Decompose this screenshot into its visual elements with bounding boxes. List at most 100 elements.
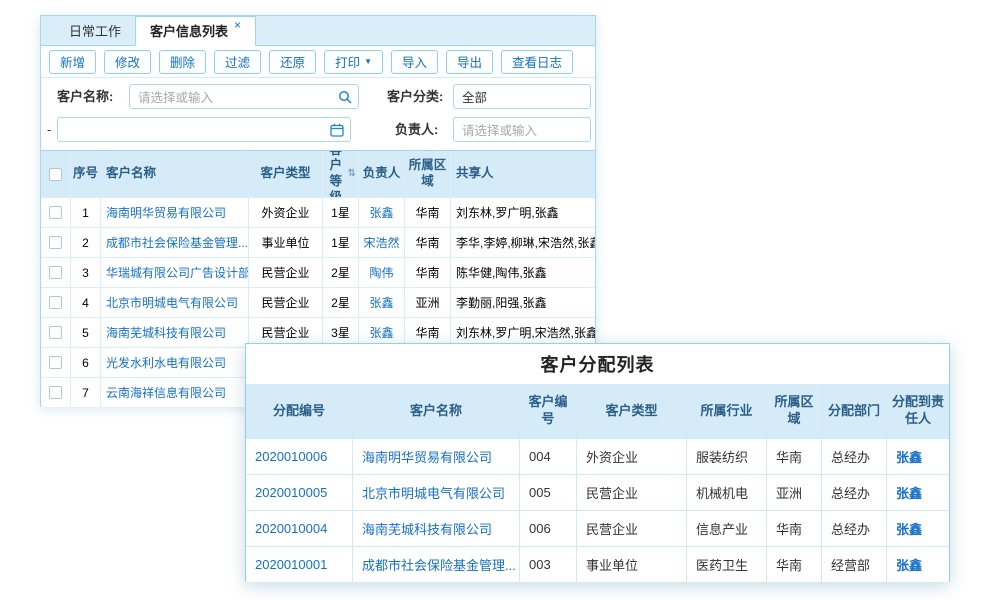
region-cell: 华南 bbox=[767, 547, 822, 582]
header-customer-level[interactable]: 客户等级⇅ bbox=[323, 151, 359, 197]
row-checkbox[interactable] bbox=[49, 266, 62, 279]
filter-row-2: - 负责人: 请选择或输入 bbox=[41, 117, 595, 142]
header-industry: 所属行业 bbox=[687, 384, 767, 438]
checkbox-cell bbox=[41, 228, 71, 257]
region-cell: 华南 bbox=[405, 258, 451, 287]
dept-cell: 总经办 bbox=[822, 475, 887, 510]
shared-cell: 陈华健,陶伟,张鑫 bbox=[451, 258, 595, 287]
row-checkbox[interactable] bbox=[49, 236, 62, 249]
select-all-checkbox[interactable] bbox=[49, 168, 62, 181]
no-cell: 7 bbox=[71, 378, 101, 407]
alloc-no-link[interactable]: 2020010006 bbox=[246, 439, 353, 474]
customer-name-link[interactable]: 海南明华贸易有限公司 bbox=[101, 198, 249, 227]
assignee-link[interactable]: 张鑫 bbox=[887, 475, 949, 510]
row-checkbox[interactable] bbox=[49, 296, 62, 309]
customer-level-cell: 1星 bbox=[323, 228, 359, 257]
table-row: 2020010005 北京市明城电气有限公司 005 民营企业 机械机电 亚洲 … bbox=[246, 474, 949, 510]
region-cell: 华南 bbox=[405, 228, 451, 257]
assignee-link[interactable]: 张鑫 bbox=[887, 439, 949, 474]
print-button[interactable]: 打印 ▼ bbox=[324, 50, 383, 74]
industry-cell: 服装纺织 bbox=[687, 439, 767, 474]
assignee-link[interactable]: 张鑫 bbox=[887, 511, 949, 546]
header-customer-type: 客户类型 bbox=[249, 151, 323, 197]
table-row: 2 成都市社会保险基金管理... 事业单位 1星 宋浩然 华南 李华,李婷,柳琳… bbox=[41, 227, 595, 257]
filter-area: 客户名称: 请选择或输入 客户分类: 全部 - bbox=[41, 78, 595, 142]
customer-name-link[interactable]: 云南海祥信息有限公司 bbox=[101, 378, 249, 407]
customer-name-link[interactable]: 北京市明城电气有限公司 bbox=[101, 288, 249, 317]
header-owner: 负责人 bbox=[359, 151, 405, 197]
date-range-dash: - bbox=[47, 117, 51, 142]
tab-label: 客户信息列表 bbox=[150, 21, 228, 40]
chevron-down-icon: ▼ bbox=[364, 57, 372, 66]
edit-button[interactable]: 修改 bbox=[104, 50, 151, 74]
owner-link[interactable]: 张鑫 bbox=[359, 198, 405, 227]
row-checkbox[interactable] bbox=[49, 386, 62, 399]
owner-link[interactable]: 宋浩然 bbox=[359, 228, 405, 257]
no-cell: 3 bbox=[71, 258, 101, 287]
dept-cell: 总经办 bbox=[822, 511, 887, 546]
owner-link[interactable]: 陶伟 bbox=[359, 258, 405, 287]
customer-name-link[interactable]: 北京市明城电气有限公司 bbox=[353, 475, 520, 510]
customer-name-link[interactable]: 海南明华贸易有限公司 bbox=[353, 439, 520, 474]
restore-button[interactable]: 还原 bbox=[269, 50, 316, 74]
header-customer-no: 客户编号 bbox=[520, 384, 577, 438]
tab-daily-work[interactable]: 日常工作 bbox=[55, 17, 135, 45]
delete-button[interactable]: 删除 bbox=[159, 50, 206, 74]
view-log-button[interactable]: 查看日志 bbox=[501, 50, 573, 74]
customer-type-cell: 外资企业 bbox=[249, 198, 323, 227]
date-input[interactable] bbox=[57, 117, 351, 142]
header-customer-name: 客户名称 bbox=[101, 151, 249, 197]
tab-bar: 日常工作 客户信息列表 × bbox=[41, 16, 595, 46]
customer-name-link[interactable]: 成都市社会保险基金管理... bbox=[101, 228, 249, 257]
header-checkbox-cell bbox=[41, 151, 71, 197]
customer-category-select[interactable]: 全部 bbox=[453, 84, 591, 109]
customer-name-input[interactable]: 请选择或输入 bbox=[129, 84, 359, 109]
table-row: 1 海南明华贸易有限公司 外资企业 1星 张鑫 华南 刘东林,罗广明,张鑫 bbox=[41, 197, 595, 227]
row-checkbox[interactable] bbox=[49, 326, 62, 339]
tab-customer-info-list[interactable]: 客户信息列表 × bbox=[135, 16, 256, 46]
filter-button[interactable]: 过滤 bbox=[214, 50, 261, 74]
checkbox-cell bbox=[41, 378, 71, 407]
assignee-link[interactable]: 张鑫 bbox=[887, 547, 949, 582]
customer-name-link[interactable]: 华瑞城有限公司广告设计部 bbox=[101, 258, 249, 287]
close-icon[interactable]: × bbox=[234, 19, 241, 31]
customer-type-cell: 民营企业 bbox=[577, 475, 687, 510]
calendar-icon[interactable] bbox=[330, 123, 344, 137]
no-cell: 2 bbox=[71, 228, 101, 257]
filter-row-1: 客户名称: 请选择或输入 客户分类: 全部 bbox=[41, 84, 595, 109]
customer-level-cell: 2星 bbox=[323, 258, 359, 287]
import-button[interactable]: 导入 bbox=[391, 50, 438, 74]
alloc-no-link[interactable]: 2020010004 bbox=[246, 511, 353, 546]
customer-name-link[interactable]: 海南芜城科技有限公司 bbox=[353, 511, 520, 546]
customer-type-cell: 外资企业 bbox=[577, 439, 687, 474]
customer-name-link[interactable]: 海南芜城科技有限公司 bbox=[101, 318, 249, 347]
alloc-no-link[interactable]: 2020010001 bbox=[246, 547, 353, 582]
allocation-table-body: 2020010006 海南明华贸易有限公司 004 外资企业 服装纺织 华南 总… bbox=[246, 438, 949, 582]
header-customer-type: 客户类型 bbox=[577, 384, 687, 438]
checkbox-cell bbox=[41, 258, 71, 287]
customer-type-cell: 民营企业 bbox=[249, 288, 323, 317]
owner-link[interactable]: 张鑫 bbox=[359, 288, 405, 317]
sort-icon[interactable]: ⇅ bbox=[348, 168, 356, 181]
search-icon[interactable] bbox=[338, 90, 352, 104]
shared-cell: 李华,李婷,柳琳,宋浩然,张鑫 bbox=[451, 228, 595, 257]
customer-name-link[interactable]: 光发水利水电有限公司 bbox=[101, 348, 249, 377]
row-checkbox[interactable] bbox=[49, 356, 62, 369]
no-cell: 1 bbox=[71, 198, 101, 227]
no-cell: 5 bbox=[71, 318, 101, 347]
customer-no-cell: 006 bbox=[520, 511, 577, 546]
header-alloc-no: 分配编号 bbox=[246, 384, 353, 438]
owner-placeholder: 请选择或输入 bbox=[462, 120, 537, 139]
header-shared: 共享人 bbox=[451, 151, 595, 197]
header-no: 序号 bbox=[71, 151, 101, 197]
customer-type-cell: 事业单位 bbox=[249, 228, 323, 257]
alloc-no-link[interactable]: 2020010005 bbox=[246, 475, 353, 510]
customer-name-link[interactable]: 成都市社会保险基金管理... bbox=[353, 547, 520, 582]
add-button[interactable]: 新增 bbox=[49, 50, 96, 74]
customer-no-cell: 005 bbox=[520, 475, 577, 510]
region-cell: 华南 bbox=[767, 439, 822, 474]
export-button[interactable]: 导出 bbox=[446, 50, 493, 74]
owner-input[interactable]: 请选择或输入 bbox=[453, 117, 591, 142]
checkbox-cell bbox=[41, 198, 71, 227]
row-checkbox[interactable] bbox=[49, 206, 62, 219]
